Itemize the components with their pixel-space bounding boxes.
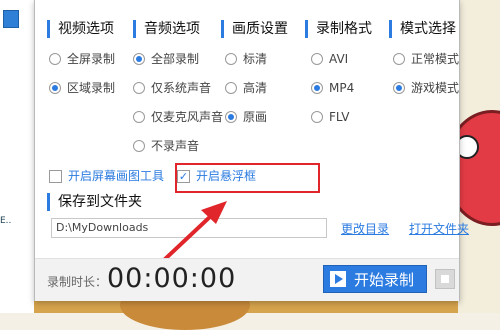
radio-icon bbox=[393, 53, 405, 65]
cartoon-eye-icon bbox=[458, 135, 479, 159]
start-record-button[interactable]: 开始录制 bbox=[323, 265, 427, 293]
radio-checked-icon bbox=[311, 82, 323, 94]
desktop-app-icon[interactable] bbox=[3, 10, 19, 28]
footer-bar: 录制时长： 00:00:00 开始录制 bbox=[35, 258, 459, 301]
desktop-wallpaper bbox=[458, 0, 500, 313]
radio-icon bbox=[311, 53, 323, 65]
video-options-title: 视频选项 bbox=[47, 20, 114, 38]
stop-button[interactable] bbox=[435, 269, 455, 289]
stop-icon bbox=[441, 275, 449, 283]
recorder-dialog: 视频选项 全屏录制 区域录制 音频选项 全部录制 仅系统声音 仅麦克风声音 不录… bbox=[34, 0, 469, 301]
radio-checked-icon bbox=[393, 82, 405, 94]
cartoon-character bbox=[458, 110, 500, 226]
change-dir-link[interactable]: 更改目录 bbox=[341, 220, 389, 237]
radio-icon bbox=[225, 82, 237, 94]
mode-title: 模式选择 bbox=[389, 20, 456, 38]
open-folder-link[interactable]: 打开文件夹 bbox=[409, 220, 469, 237]
radio-icon bbox=[133, 111, 145, 123]
radio-checked-icon bbox=[225, 111, 237, 123]
checkbox-icon bbox=[49, 170, 62, 183]
radio-icon bbox=[133, 140, 145, 152]
duration-timer: 00:00:00 bbox=[107, 263, 237, 294]
annotation-highlight-box bbox=[175, 163, 320, 193]
radio-icon bbox=[311, 111, 323, 123]
desktop-icon-label: Ε.. bbox=[0, 216, 12, 226]
desktop-strip: Ε.. bbox=[0, 0, 34, 313]
radio-checked-icon bbox=[49, 82, 61, 94]
duration-label: 录制时长： bbox=[47, 275, 108, 289]
quality-settings-title: 画质设置 bbox=[221, 20, 288, 38]
radio-icon bbox=[225, 53, 237, 65]
save-folder-title: 保存到文件夹 bbox=[47, 193, 142, 211]
radio-icon bbox=[49, 53, 61, 65]
audio-options-title: 音频选项 bbox=[133, 20, 200, 38]
annotation-arrow-icon bbox=[145, 201, 227, 278]
save-path-input[interactable] bbox=[51, 218, 327, 238]
radio-checked-icon bbox=[133, 53, 145, 65]
format-title: 录制格式 bbox=[305, 20, 372, 38]
play-icon bbox=[330, 271, 346, 287]
radio-icon bbox=[133, 82, 145, 94]
